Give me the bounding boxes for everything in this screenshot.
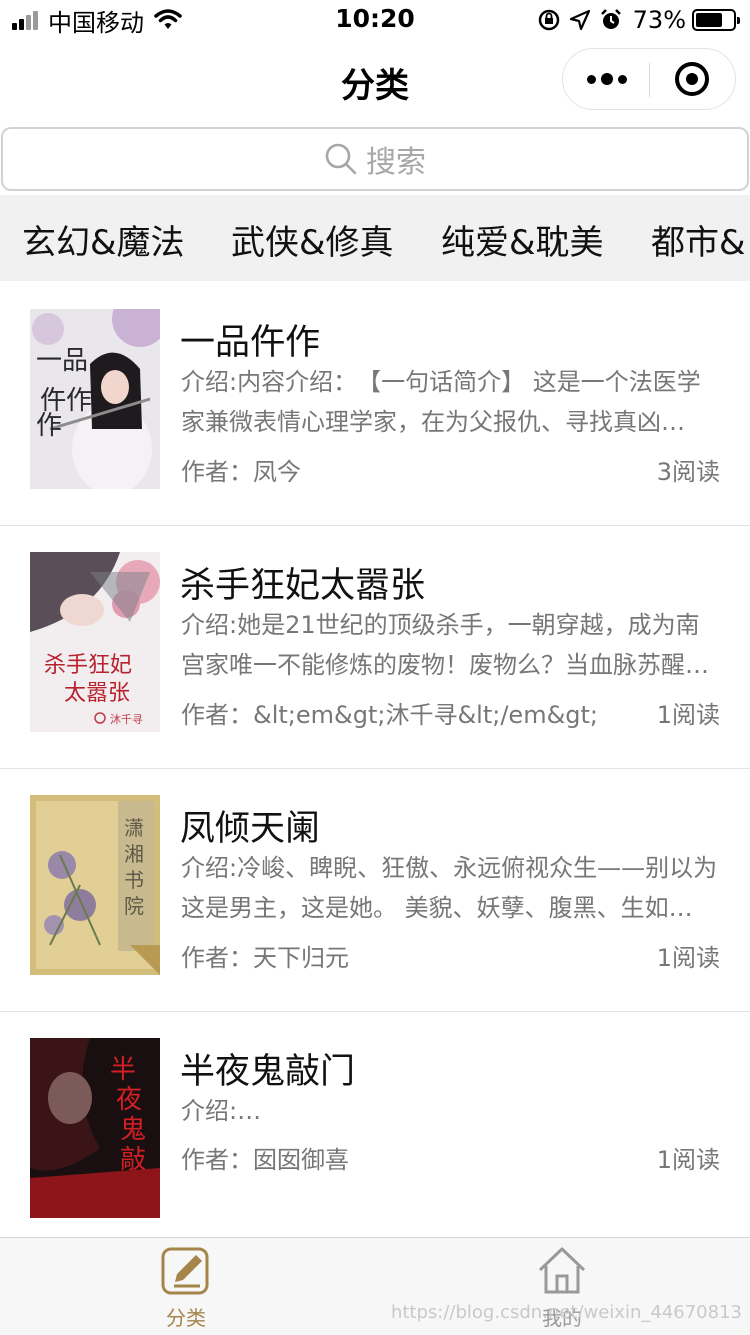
book-read-count: 1阅读	[656, 701, 720, 729]
battery-icon	[692, 9, 740, 31]
category-tab-urban[interactable]: 都市&	[651, 215, 746, 264]
book-read-count: 1阅读	[656, 1146, 720, 1174]
book-read-count: 3阅读	[656, 458, 720, 486]
home-icon	[538, 1247, 586, 1294]
location-icon	[569, 9, 590, 31]
book-item[interactable]: 杀手狂妃 太嚣张 沐千寻 杀手狂妃太嚣张 介绍:她是21世纪的顶级杀手，一朝穿越…	[0, 525, 750, 769]
svg-text:书: 书	[124, 868, 144, 892]
search-icon	[325, 143, 357, 175]
svg-text:院: 院	[124, 894, 144, 918]
svg-text:潇: 潇	[124, 816, 144, 840]
alarm-icon	[600, 9, 621, 29]
miniprogram-capsule	[562, 48, 736, 110]
book-intro: 介绍:内容介绍： 【一句话简介】 这是一个法医学家兼微表情心理学家，在为父报仇、…	[181, 368, 701, 436]
battery-percent: 73%	[632, 6, 686, 34]
category-tab-fantasy[interactable]: 玄幻&魔法	[22, 215, 185, 264]
book-title: 杀手狂妃太嚣张	[180, 566, 426, 606]
svg-text:太嚣张: 太嚣张	[64, 681, 130, 706]
tab-category-label: 分类	[166, 1306, 206, 1330]
orientation-lock-icon	[538, 9, 559, 31]
book-author: 作者：天下归元	[181, 944, 349, 972]
navigation-bar: 分类	[0, 40, 750, 124]
book-read-count: 1阅读	[656, 944, 720, 972]
book-intro: 介绍:冷峻、睥睨、狂傲、永远俯视众生——别以为这是男主，这是她。 美貌、妖孽、腹…	[181, 854, 718, 922]
svg-text:敲: 敲	[120, 1145, 146, 1175]
capsule-divider	[649, 63, 650, 97]
edit-icon	[161, 1247, 209, 1295]
book-item[interactable]: 潇 湘 书 院 凤倾天阑 介绍:冷峻、睥睨、狂傲、永远俯视众生——别以为这是男主…	[0, 768, 750, 1012]
category-tab-romance[interactable]: 纯爱&耽美	[441, 215, 604, 264]
svg-text:鬼: 鬼	[120, 1115, 146, 1145]
book-intro: 介绍:她是21世纪的顶级杀手，一朝穿越，成为南宫家唯一不能修炼的废物！废物么？当…	[181, 611, 709, 679]
search-placeholder: 搜索	[366, 145, 426, 180]
svg-text:湘: 湘	[124, 842, 144, 866]
search-input[interactable]: 搜索	[1, 127, 749, 191]
book-cover: 杀手狂妃 太嚣张 沐千寻	[30, 552, 160, 732]
svg-text:沐千寻: 沐千寻	[110, 713, 143, 726]
svg-text:一品: 一品	[36, 346, 88, 376]
category-tab-wuxia[interactable]: 武侠&修真	[231, 215, 394, 264]
watermark: https://blog.csdn.net/weixin_44670813	[390, 1302, 742, 1323]
book-author: 作者：凤今	[181, 458, 301, 486]
book-item[interactable]: 一品 仵作 作 一品仵作 介绍:内容介绍： 【一句话简介】 这是一个法医学家兼微…	[0, 282, 750, 526]
book-author: 作者：&lt;em&gt;沐千寻&lt;/em&gt;	[181, 701, 599, 729]
book-author: 作者：囡囡御喜	[181, 1146, 349, 1174]
book-cover: 半 夜 鬼 敲	[30, 1038, 160, 1218]
book-intro: 介绍:…	[181, 1097, 262, 1125]
svg-text:夜: 夜	[116, 1085, 142, 1115]
status-right: 73%	[529, 6, 740, 34]
svg-text:半: 半	[110, 1055, 136, 1085]
close-miniprogram-icon[interactable]	[675, 62, 709, 96]
tab-category[interactable]: 分类	[126, 1244, 246, 1331]
book-title: 凤倾天阑	[180, 809, 321, 849]
svg-text:作: 作	[36, 411, 62, 441]
book-title: 一品仵作	[180, 323, 321, 363]
status-bar: 中国移动 10:20 73%	[0, 0, 750, 40]
svg-text:杀手狂妃: 杀手狂妃	[44, 653, 132, 678]
battery-fill	[696, 13, 722, 27]
category-tabs: 玄幻&魔法 武侠&修真 纯爱&耽美 都市&	[0, 195, 750, 281]
book-item[interactable]: 半 夜 鬼 敲 半夜鬼敲门 介绍:… 作者：囡囡御喜 1阅读	[0, 1011, 750, 1254]
book-cover: 潇 湘 书 院	[30, 795, 160, 975]
book-title: 半夜鬼敲门	[180, 1052, 356, 1092]
more-options-button[interactable]	[587, 67, 627, 91]
book-cover: 一品 仵作 作	[30, 309, 160, 489]
